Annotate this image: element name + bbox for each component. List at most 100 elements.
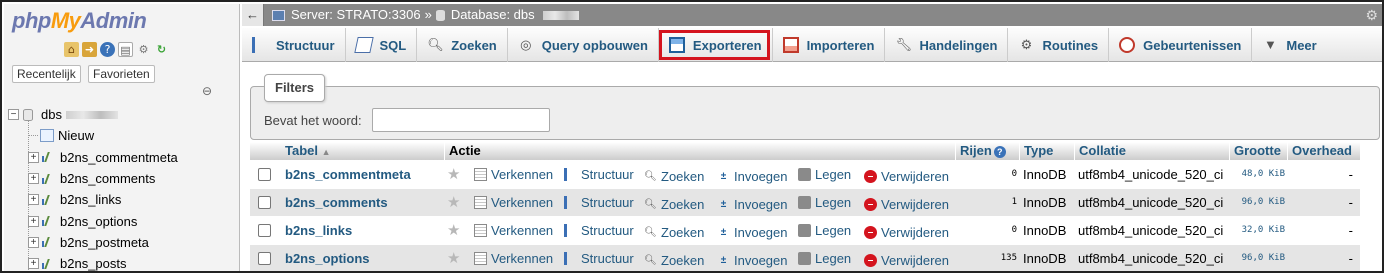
filter-input[interactable] (372, 108, 550, 132)
expand-icon[interactable]: + (28, 258, 39, 270)
collapse-icon[interactable]: − (8, 109, 19, 121)
empty-link[interactable]: Legen (798, 217, 851, 244)
settings-icon[interactable]: ⚙ (136, 42, 151, 57)
browse-link[interactable]: Verkennen (474, 217, 553, 244)
expand-icon[interactable]: + (28, 215, 39, 227)
tree-new-label[interactable]: Nieuw (58, 128, 94, 143)
tab-operations[interactable]: 🔧︎ Handelingen (885, 28, 1009, 62)
col-size-header[interactable]: Grootte (1229, 142, 1281, 160)
drop-link[interactable]: – Verwijderen (864, 247, 949, 271)
structure-link[interactable]: Structuur (564, 217, 634, 244)
recent-tab[interactable]: Recentelijk (12, 65, 81, 83)
wrench-icon: 🔧︎ (895, 37, 912, 52)
expand-icon[interactable]: + (28, 151, 39, 163)
col-overhead-header[interactable]: Overhead (1287, 142, 1352, 160)
tree-db-name[interactable]: dbs (41, 107, 62, 122)
phpmyadmin-logo[interactable]: phpMyAdmin (12, 8, 147, 34)
tree-table-name[interactable]: b2ns_options (60, 214, 137, 229)
insert-link[interactable]: ± Invoegen (717, 247, 788, 271)
col-action-header: Actie (444, 142, 481, 160)
tab-events[interactable]: Gebeurtenissen (1109, 28, 1253, 62)
insert-link[interactable]: ± Invoegen (717, 219, 788, 246)
settings-gear-icon[interactable]: ⚙ (1365, 4, 1378, 26)
reload-icon[interactable]: ↻ (154, 42, 169, 57)
browse-icon (474, 252, 487, 265)
search-link[interactable]: 🔍︎ Zoeken (644, 247, 704, 271)
tab-more[interactable]: ▼ Meer (1252, 28, 1326, 62)
structure-icon (564, 224, 577, 237)
tab-import[interactable]: Importeren (773, 28, 886, 62)
row-checkbox[interactable] (258, 252, 271, 265)
favorite-star-icon[interactable]: ★ (447, 217, 460, 244)
tree-db-row[interactable]: − dbs (8, 104, 239, 125)
expand-icon[interactable]: + (28, 236, 39, 248)
tree-table-row[interactable]: + b2ns_links (8, 189, 239, 210)
col-collation-header[interactable]: Collatie (1074, 142, 1126, 160)
search-link[interactable]: 🔍︎ Zoeken (644, 191, 704, 218)
home-icon[interactable]: ⌂ (64, 42, 79, 57)
tree-table-name[interactable]: b2ns_posts (60, 256, 127, 271)
tree-table-name[interactable]: b2ns_commentmeta (60, 150, 178, 165)
structure-link[interactable]: Structuur (564, 161, 634, 188)
breadcrumb-server[interactable]: Server: STRATO:3306 (291, 4, 421, 26)
structure-link[interactable]: Structuur (564, 189, 634, 216)
favorite-star-icon[interactable]: ★ (447, 189, 460, 216)
tab-query[interactable]: ◎ Query opbouwen (508, 28, 659, 62)
tree-table-name[interactable]: b2ns_postmeta (60, 235, 149, 250)
browse-link[interactable]: Verkennen (474, 189, 553, 216)
tree-table-name[interactable]: b2ns_comments (60, 171, 155, 186)
tree-table-row[interactable]: + b2ns_commentmeta (8, 147, 239, 168)
back-arrow-icon[interactable]: ← (242, 4, 264, 26)
structure-link[interactable]: Structuur (564, 245, 634, 271)
insert-link[interactable]: ± Invoegen (717, 163, 788, 190)
breadcrumb-database[interactable]: Database: dbs (451, 4, 535, 26)
table-name-link[interactable]: b2ns_comments (285, 189, 388, 216)
empty-link[interactable]: Legen (798, 245, 851, 271)
table-name-link[interactable]: b2ns_commentmeta (285, 161, 411, 188)
table-name-link[interactable]: b2ns_options (285, 245, 370, 271)
row-checkbox[interactable] (258, 196, 271, 209)
tree-table-row[interactable]: + b2ns_options (8, 210, 239, 231)
tab-routines[interactable]: ⚙ Routines (1008, 28, 1110, 62)
docs-icon[interactable]: ▤ (118, 42, 133, 57)
empty-link[interactable]: Legen (798, 189, 851, 216)
favorite-star-icon[interactable]: ★ (447, 161, 460, 188)
tree-table-row[interactable]: + b2ns_comments (8, 168, 239, 189)
help-icon[interactable]: ? (100, 42, 115, 57)
tree-table-row[interactable]: + b2ns_postmeta (8, 232, 239, 253)
drop-link[interactable]: – Verwijderen (864, 219, 949, 246)
expand-icon[interactable]: + (28, 194, 39, 206)
tab-search[interactable]: 🔍︎ Zoeken (417, 28, 508, 62)
expand-icon[interactable]: + (28, 173, 39, 185)
size-link[interactable]: 32,0 KiB (1233, 217, 1285, 244)
table-name-link[interactable]: b2ns_links (285, 217, 352, 244)
link-icon[interactable]: ⊖ (202, 84, 212, 98)
row-checkbox[interactable] (258, 168, 271, 181)
col-table-header[interactable]: Tabel ▲ (285, 142, 331, 160)
search-link[interactable]: 🔍︎ Zoeken (644, 163, 704, 190)
empty-link[interactable]: Legen (798, 161, 851, 188)
tree-table-row[interactable]: + b2ns_posts (8, 253, 239, 271)
col-rows-header[interactable]: Rijen? (955, 142, 1006, 160)
tree-table-name[interactable]: b2ns_links (60, 192, 121, 207)
col-type-header[interactable]: Type (1019, 142, 1053, 160)
tree-new-row[interactable]: Nieuw (8, 125, 239, 146)
browse-link[interactable]: Verkennen (474, 161, 553, 188)
size-link[interactable]: 48,0 KiB (1233, 161, 1285, 188)
insert-link[interactable]: ± Invoegen (717, 191, 788, 218)
favorites-tab[interactable]: Favorieten (88, 65, 155, 83)
search-link[interactable]: 🔍︎ Zoeken (644, 219, 704, 246)
size-link[interactable]: 96,0 KiB (1233, 245, 1285, 271)
tab-export[interactable]: Exporteren (658, 28, 773, 62)
drop-link[interactable]: – Verwijderen (864, 191, 949, 218)
tab-sql[interactable]: SQL (346, 28, 418, 62)
row-checkbox[interactable] (258, 224, 271, 237)
browse-link[interactable]: Verkennen (474, 245, 553, 271)
help-icon[interactable]: ? (993, 146, 1006, 158)
size-link[interactable]: 96,0 KiB (1233, 189, 1285, 216)
drop-link[interactable]: – Verwijderen (864, 163, 949, 190)
favorite-star-icon[interactable]: ★ (447, 245, 460, 271)
exit-icon[interactable]: ➜ (82, 42, 97, 57)
tab-structure[interactable]: Structuur (242, 28, 346, 62)
table-header: Tabel ▲ Actie Rijen? Type Collatie Groot… (250, 142, 1360, 160)
